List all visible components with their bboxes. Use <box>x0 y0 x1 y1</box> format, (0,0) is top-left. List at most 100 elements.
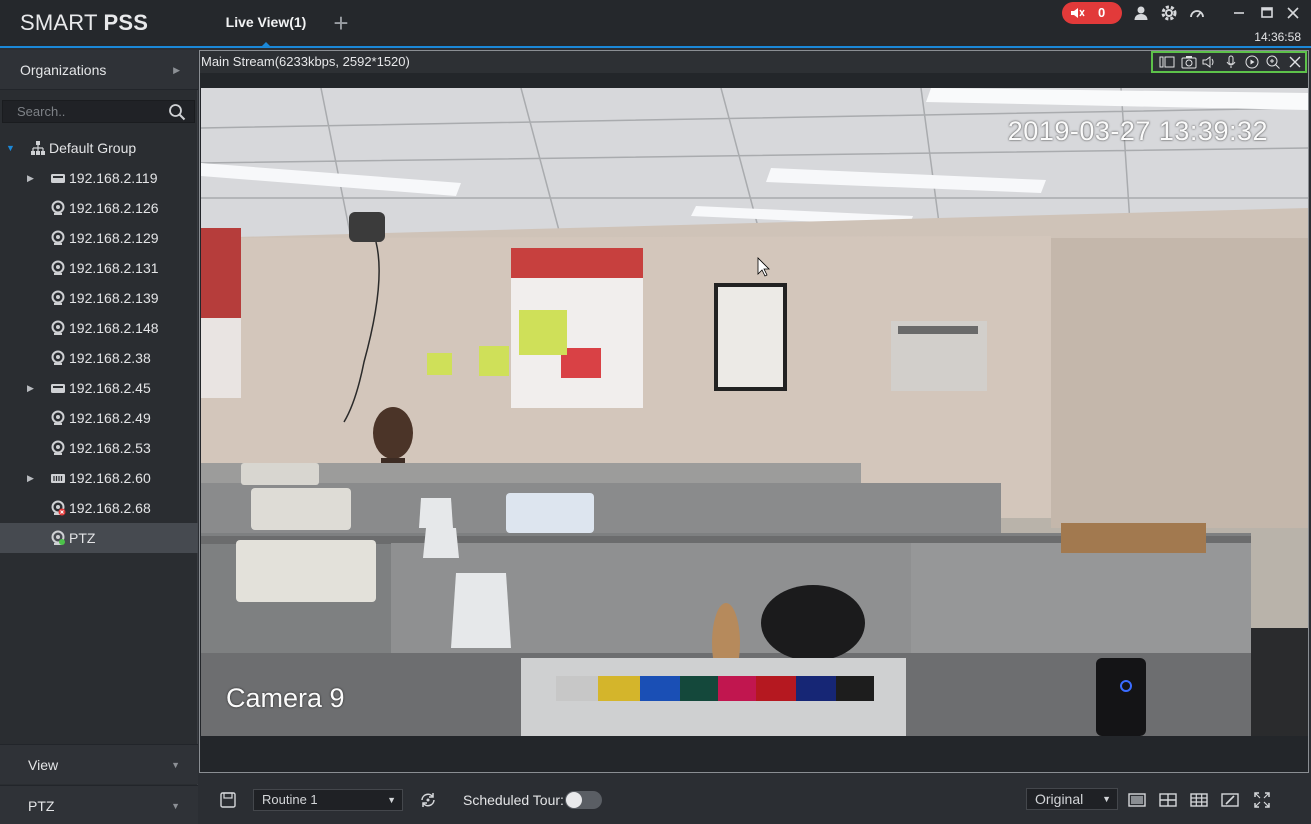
maximize-icon[interactable] <box>1258 4 1276 22</box>
device-label: 192.168.2.148 <box>69 320 159 336</box>
device-label: 192.168.2.68 <box>69 500 151 516</box>
audio-icon[interactable] <box>1201 55 1217 69</box>
tree-device-item[interactable]: 192.168.2.129 <box>0 223 198 253</box>
device-label: 192.168.2.53 <box>69 440 151 456</box>
refresh-cycle-icon[interactable] <box>419 791 437 809</box>
device-tree: ▼ Default Group ▶ 192.168.2.119 192.168.2.… <box>0 133 198 553</box>
device-label: 192.168.2.139 <box>69 290 159 306</box>
settings-gear-icon[interactable] <box>1160 4 1178 22</box>
tree-device-item[interactable]: ▶ 192.168.2.45 <box>0 373 198 403</box>
speaker-mute-icon <box>1071 8 1085 18</box>
expand-right-icon[interactable]: ▶ <box>27 373 34 403</box>
tree-device-item[interactable]: 192.168.2.148 <box>0 313 198 343</box>
camera-offline-icon <box>51 500 66 516</box>
tree-device-item[interactable]: PTZ <box>0 523 198 553</box>
device-label: 192.168.2.119 <box>69 170 158 186</box>
device-label: 192.168.2.45 <box>69 380 151 396</box>
layout-4-icon[interactable] <box>1159 791 1177 809</box>
tree-device-item[interactable]: ▶ 192.168.2.60 <box>0 463 198 493</box>
camera-icon <box>51 410 65 425</box>
performance-gauge-icon[interactable] <box>1188 4 1206 22</box>
device-panel: Organizations ▶ ▼ Default Group ▶ 192.168… <box>0 50 198 824</box>
tree-group-default[interactable]: ▼ Default Group <box>0 133 198 163</box>
camera-icon <box>51 440 65 455</box>
scheduled-tour-label: Scheduled Tour: <box>463 792 564 808</box>
org-group-icon <box>31 141 45 155</box>
title-bar: SMART PSS Live View(1) + 0 14:36:58 <box>0 0 1311 48</box>
camera-live-icon <box>51 530 65 545</box>
device-search <box>2 100 195 123</box>
chevron-down-icon: ▼ <box>171 801 180 811</box>
tree-device-item[interactable]: 192.168.2.126 <box>0 193 198 223</box>
camera-icon <box>51 200 65 215</box>
organizations-header[interactable]: Organizations ▶ <box>0 50 198 90</box>
search-input[interactable] <box>3 101 163 122</box>
tree-device-item[interactable]: 192.168.2.38 <box>0 343 198 373</box>
tree-device-item[interactable]: ▶ 192.168.2.119 <box>0 163 198 193</box>
dropdown-arrow-icon: ▼ <box>1102 794 1111 804</box>
group-label: Default Group <box>49 140 137 156</box>
dropdown-arrow-icon: ▼ <box>387 795 396 805</box>
save-view-icon[interactable] <box>219 791 237 809</box>
camera-icon <box>51 230 65 245</box>
tree-device-item[interactable]: 192.168.2.49 <box>0 403 198 433</box>
camera-icon <box>51 320 65 335</box>
minimize-icon[interactable] <box>1230 4 1248 22</box>
aspect-ratio-select[interactable]: Original ▼ <box>1026 788 1118 810</box>
bottom-toolbar: Routine 1 ▼ Scheduled Tour: Original ▼ <box>199 776 1311 824</box>
stream-switch-icon[interactable] <box>1159 55 1175 69</box>
system-clock: 14:36:58 <box>1254 30 1301 44</box>
camera-scene <box>201 88 1308 736</box>
device-label: 192.168.2.131 <box>69 260 159 276</box>
nvr-device-icon <box>51 174 65 183</box>
video-toolbar <box>1151 51 1307 73</box>
close-icon[interactable] <box>1284 4 1302 22</box>
ptz-label: PTZ <box>28 798 55 814</box>
routine-value: Routine 1 <box>262 792 318 807</box>
ratio-value: Original <box>1035 791 1084 807</box>
stream-info: Main Stream(6233kbps, 2592*1520) <box>200 51 1308 73</box>
snapshot-camera-icon[interactable] <box>1181 55 1197 69</box>
zoom-in-icon[interactable] <box>1265 55 1281 69</box>
tree-device-item[interactable]: 192.168.2.53 <box>0 433 198 463</box>
custom-layout-edit-icon[interactable] <box>1221 791 1239 809</box>
live-video-frame[interactable]: 2019-03-27 13:39:32 Camera 9 <box>201 88 1308 736</box>
add-tab-button[interactable]: + <box>328 10 354 36</box>
tree-device-item[interactable]: 192.168.2.131 <box>0 253 198 283</box>
tree-device-item[interactable]: 192.168.2.139 <box>0 283 198 313</box>
chevron-down-icon: ▼ <box>171 760 180 770</box>
expand-down-icon[interactable]: ▼ <box>6 133 15 163</box>
camera-icon <box>51 350 65 365</box>
organizations-label: Organizations <box>20 62 107 78</box>
user-icon[interactable] <box>1132 4 1150 22</box>
alarm-badge[interactable]: 0 <box>1062 2 1122 24</box>
app-logo: SMART PSS <box>20 10 149 35</box>
camera-icon <box>51 260 65 275</box>
expand-right-icon[interactable]: ▶ <box>27 463 34 493</box>
microphone-icon[interactable] <box>1223 55 1239 69</box>
view-header[interactable]: View ▼ <box>0 744 198 784</box>
layout-9-icon[interactable] <box>1190 791 1208 809</box>
device-label: 192.168.2.129 <box>69 230 159 246</box>
record-play-icon[interactable] <box>1244 55 1260 69</box>
chevron-right-icon: ▶ <box>173 65 180 75</box>
routine-select[interactable]: Routine 1 ▼ <box>253 789 403 811</box>
device-label: 192.168.2.38 <box>69 350 151 366</box>
expand-right-icon[interactable]: ▶ <box>27 163 34 193</box>
nvr-rack-icon <box>51 474 65 483</box>
search-icon[interactable] <box>168 103 186 121</box>
fullscreen-icon[interactable] <box>1253 791 1271 809</box>
tab-live-view[interactable]: Live View(1) <box>212 0 320 48</box>
device-label: 192.168.2.49 <box>69 410 151 426</box>
scheduled-tour-toggle[interactable] <box>565 791 602 809</box>
alarm-count: 0 <box>1098 5 1106 20</box>
close-video-icon[interactable] <box>1287 55 1303 69</box>
video-window[interactable]: Main Stream(6233kbps, 2592*1520) 2019-03… <box>199 50 1309 773</box>
camera-icon <box>51 290 65 305</box>
tree-device-item[interactable]: 192.168.2.68 <box>0 493 198 523</box>
device-label: 192.168.2.126 <box>69 200 159 216</box>
ptz-header[interactable]: PTZ ▼ <box>0 785 198 824</box>
layout-1-icon[interactable] <box>1128 791 1146 809</box>
osd-timestamp: 2019-03-27 13:39:32 <box>1007 116 1268 146</box>
view-label: View <box>28 757 59 773</box>
